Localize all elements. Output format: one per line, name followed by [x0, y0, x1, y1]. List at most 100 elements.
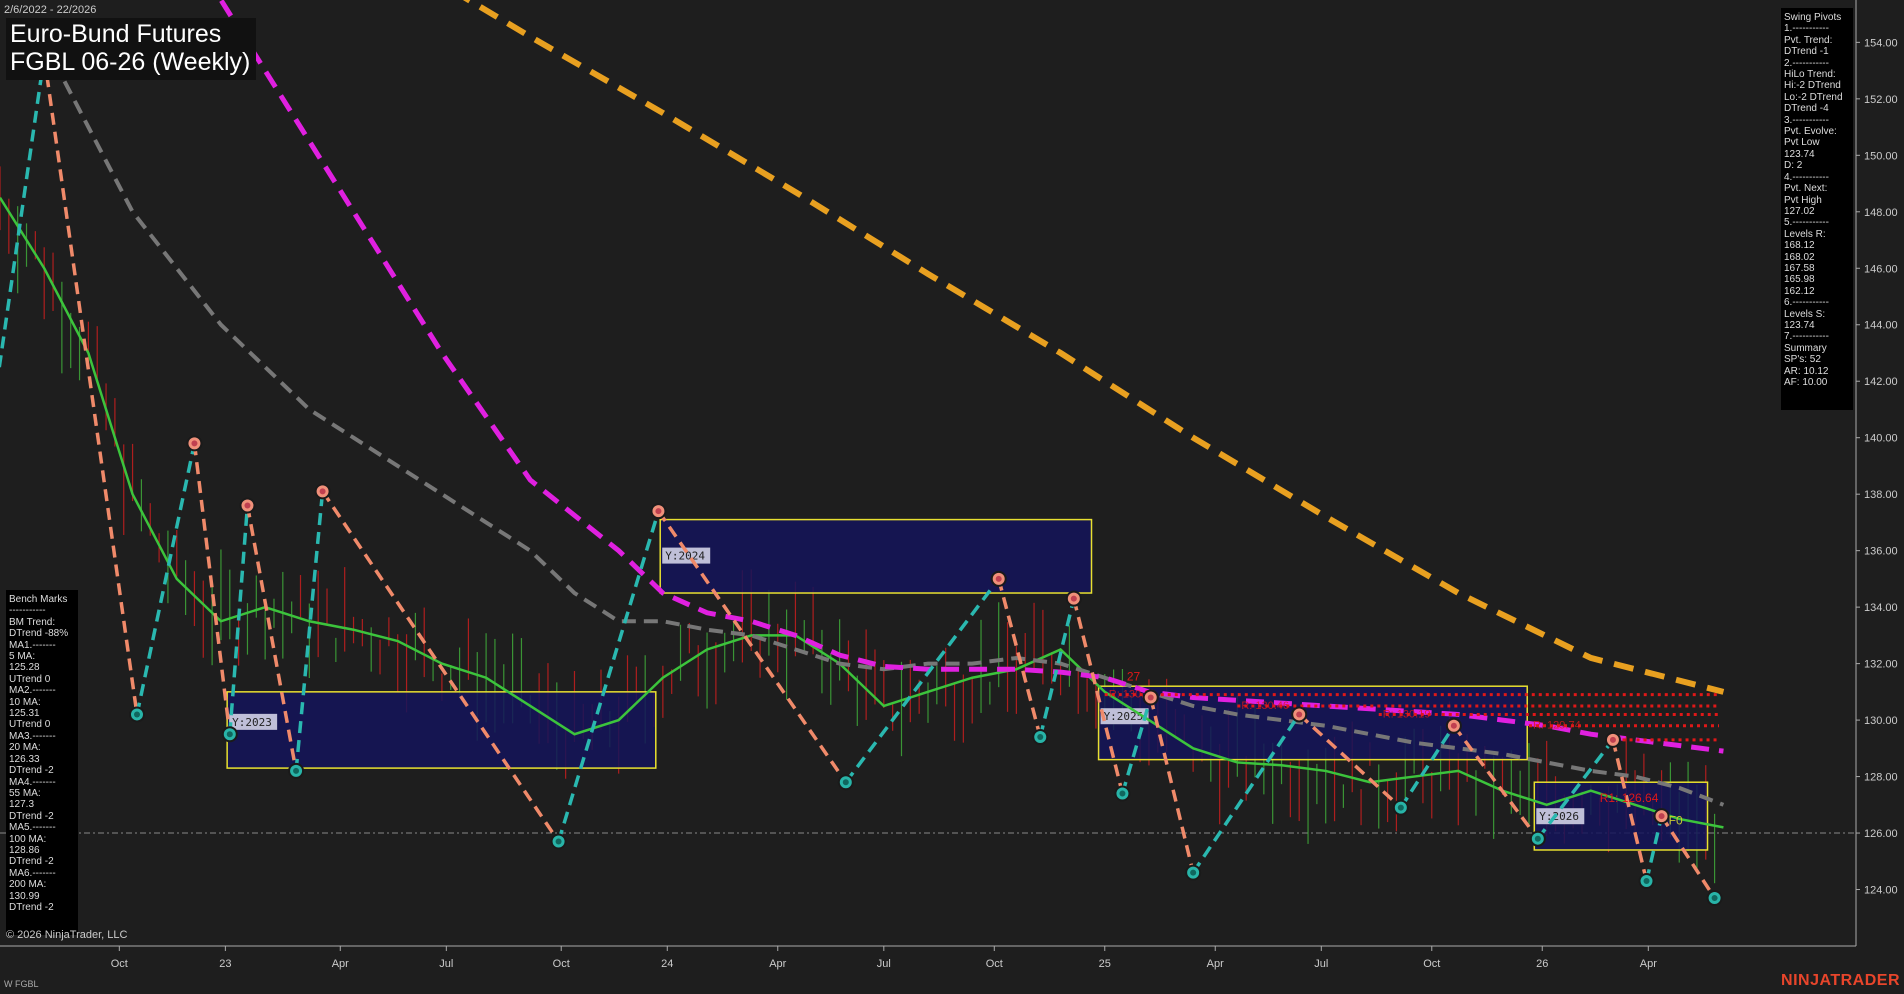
bench_panel-line: 125.28	[9, 662, 40, 674]
yearly-range-boxes: Y:2023Y:2024Y:2025Y:2026	[226, 518, 1709, 851]
swing_panel-line: 1.-----------	[1784, 23, 1829, 35]
swing_panel-line: Lo:-2 DTrend	[1784, 91, 1843, 103]
bench_panel-line: MA4.-------	[9, 776, 56, 788]
bench_panel-line: 200 MA:	[9, 879, 47, 891]
swing-pivot-dot	[1711, 894, 1718, 901]
swing-pivot-dot	[1119, 790, 1126, 797]
swing-pivot-dot	[1643, 878, 1650, 885]
y-tick-label: 148.00	[1864, 207, 1898, 219]
swing_panel-line: 165.98	[1784, 274, 1815, 286]
y-tick-label: 126.00	[1864, 828, 1898, 840]
swing-pivot-dot	[842, 779, 849, 786]
swing-pivot-lines	[0, 48, 1723, 906]
bench_panel-line: DTrend -2	[9, 901, 54, 913]
swing_panel-line: Levels S:	[1784, 308, 1826, 320]
x-tick-label: Apr	[769, 958, 786, 970]
swing-pivot-dot	[555, 838, 562, 845]
swing-pivot-dot	[655, 508, 662, 515]
x-tick-label: Apr	[1207, 958, 1224, 970]
swing-pivot-dot	[1450, 722, 1457, 729]
resistance-label: R: 130.46	[1241, 700, 1289, 712]
year-box	[659, 518, 1093, 594]
chart-annotation: 27	[1127, 670, 1141, 684]
x-tick-label: Apr	[1640, 958, 1657, 970]
swing_panel-line: AR: 10.12	[1784, 365, 1829, 377]
year-box-label: Y:2023	[232, 716, 272, 729]
y-tick-label: 138.00	[1864, 489, 1898, 501]
swing_panel-line: SP's: 52	[1784, 354, 1821, 366]
chart-annotation: F0	[1669, 814, 1683, 828]
swing_panel-line: 3.-----------	[1784, 114, 1829, 126]
ninjatrader-logo: NINJATRADER	[1781, 972, 1900, 989]
swing-pivot-dot	[1397, 804, 1404, 811]
copyright: © 2026 NinjaTrader, LLC	[6, 929, 128, 941]
swing-pivots-panel: Swing Pivots 1.----------- Pvt. Trend: DTre…	[1781, 8, 1853, 410]
bench_panel-line: UTrend 0	[9, 673, 51, 685]
year-box-label: Y:2026	[1539, 810, 1579, 823]
swing-pivot-dot	[1070, 595, 1077, 602]
bench_panel-line: 55 MA:	[9, 787, 41, 799]
y-tick-label: 152.00	[1864, 94, 1898, 106]
bench_panel-line: 126.33	[9, 753, 40, 765]
swing_panel-line: Hi:-2 DTrend	[1784, 80, 1841, 92]
swing_panel-line: 168.02	[1784, 251, 1815, 263]
x-tick-label: Oct	[111, 958, 128, 970]
price-chart[interactable]: Y:2023Y:2024Y:2025Y:2026 R: 130.81R: 130…	[0, 0, 1904, 994]
y-tick-label: 132.00	[1864, 659, 1898, 671]
chart-annotation: R1: 126.64	[1600, 791, 1659, 805]
x-tick-label: 25	[1099, 958, 1111, 970]
y-tick-label: 146.00	[1864, 263, 1898, 275]
moving-average-line	[218, 0, 1724, 754]
swing_panel-line: Pvt High	[1784, 194, 1822, 206]
y-tick-label: 140.00	[1864, 433, 1898, 445]
swing-pivot-dot	[319, 488, 326, 495]
bench_panel-line: 5 MA:	[9, 651, 36, 663]
swing-pivot-dot	[995, 575, 1002, 582]
swing_panel-line: AF: 10.00	[1784, 377, 1828, 388]
y-tick-label: 134.00	[1864, 602, 1898, 614]
swing-line	[556, 510, 661, 843]
swing_panel-line: 5.-----------	[1784, 217, 1829, 229]
title-contract: FGBL 06-26 (Weekly)	[10, 48, 251, 76]
swing_panel-line: Pvt. Next:	[1784, 183, 1828, 195]
swing_panel-line: Pvt. Trend:	[1784, 34, 1833, 46]
swing-pivot-dot	[226, 731, 233, 738]
swing-pivot-dot	[244, 502, 251, 509]
bench_panel-line: 100 MA:	[9, 833, 47, 845]
swing-pivot-dot	[133, 711, 140, 718]
swing_panel-line: 7.-----------	[1784, 331, 1829, 343]
swing_panel-line: 123.74	[1784, 148, 1815, 160]
bench_panel-line: BM Trend:	[9, 616, 56, 628]
swing_panel-line: Levels R:	[1784, 228, 1826, 240]
bench_panel-line: MA2.-------	[9, 685, 56, 697]
bench_panel-line: MA3.-------	[9, 730, 56, 742]
swing-pivot-dot	[1658, 813, 1665, 820]
chart-title: Euro-Bund Futures FGBL 06-26 (Weekly)	[6, 18, 257, 80]
bench_panel-line: -----------	[9, 605, 46, 617]
y-tick-label: 124.00	[1864, 885, 1898, 897]
swing_panel-line: Swing Pivots	[1784, 12, 1842, 23]
x-tick-label: 26	[1536, 958, 1548, 970]
bench_panel-line: 125.31	[9, 708, 40, 720]
symbol-label: W FGBL	[4, 979, 39, 989]
title-instrument: Euro-Bund Futures	[10, 20, 222, 48]
swing_panel-line: DTrend -1	[1784, 46, 1829, 58]
bench_panel-line: 128.86	[9, 844, 40, 856]
swing-pivot-dot	[1037, 734, 1044, 741]
bench_panel-line: DTrend -2	[9, 856, 54, 868]
swing_panel-line: 123.74	[1784, 319, 1815, 331]
bench_panel-line: Bench Marks	[9, 594, 68, 605]
swing-line	[1038, 598, 1076, 738]
swing_panel-line: 167.58	[1784, 262, 1815, 274]
swing-pivot-dot	[1190, 869, 1197, 876]
y-tick-label: 136.00	[1864, 546, 1898, 558]
swing_panel-line: DTrend -4	[1784, 103, 1829, 115]
swing_panel-line: 4.-----------	[1784, 171, 1829, 183]
swing_panel-line: HiLo Trend:	[1784, 69, 1836, 81]
y-tick-label: 130.00	[1864, 715, 1898, 727]
swing_panel-line: Summary	[1784, 342, 1827, 354]
bench_panel-line: UTrend 0	[9, 719, 51, 731]
bench_panel-line: DTrend -88%	[9, 628, 69, 640]
bench_panel-line: 10 MA:	[9, 696, 41, 708]
swing_panel-line: Pvt Low	[1784, 137, 1820, 149]
